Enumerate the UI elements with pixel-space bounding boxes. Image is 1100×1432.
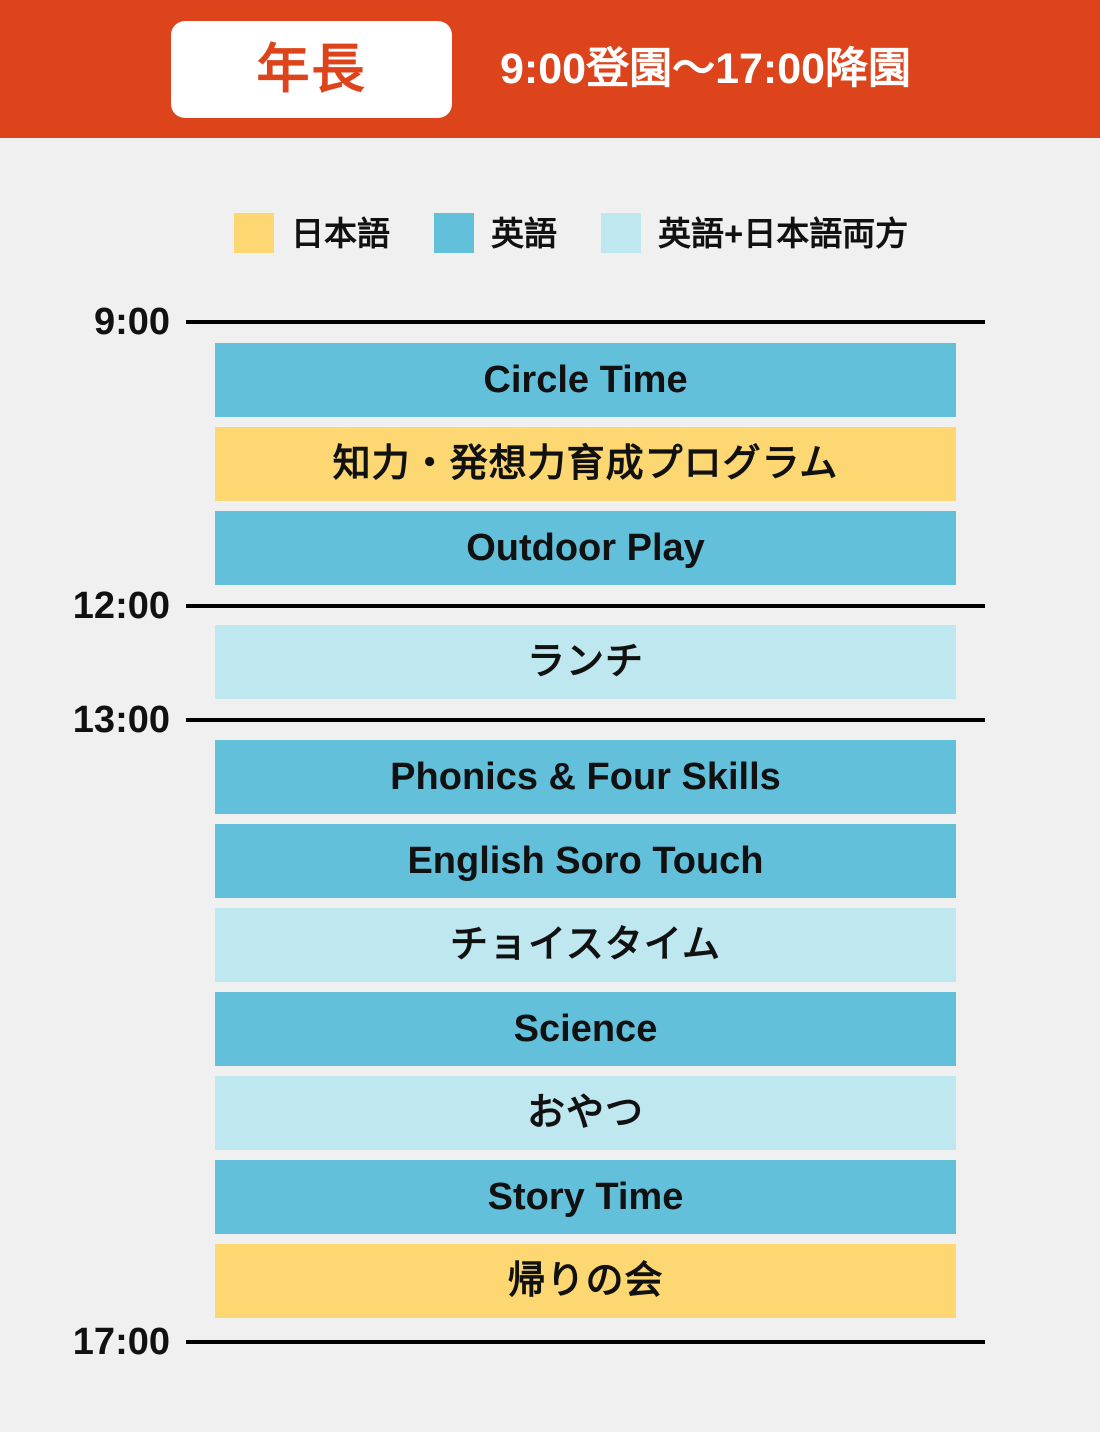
schedule-block-both[interactable]: ランチ: [215, 625, 956, 699]
schedule-timeline: 9:00 12:00 13:00 17:00 Circle Time 知力・発想力育成プロ…: [0, 0, 1100, 1432]
schedule-block-english[interactable]: Science: [215, 992, 956, 1066]
schedule-block-english[interactable]: Story Time: [215, 1160, 956, 1234]
time-rule-line: [186, 718, 985, 722]
schedule-block-japanese[interactable]: 帰りの会: [215, 1244, 956, 1318]
schedule-block-label: Phonics & Four Skills: [390, 756, 781, 798]
time-rule-line: [186, 604, 985, 608]
time-rule-line: [186, 1340, 985, 1344]
schedule-block-label: English Soro Touch: [407, 840, 764, 882]
schedule-block-label: 帰りの会: [507, 1260, 664, 1302]
schedule-block-english[interactable]: Phonics & Four Skills: [215, 740, 956, 814]
schedule-block-both[interactable]: チョイスタイム: [215, 908, 956, 982]
schedule-block-label: おやつ: [526, 1092, 644, 1134]
schedule-block-label: Story Time: [487, 1176, 684, 1218]
schedule-block-label: Circle Time: [483, 359, 688, 401]
time-label: 12:00: [72, 585, 170, 627]
schedule-block-both[interactable]: おやつ: [215, 1076, 956, 1150]
schedule-block-english[interactable]: Outdoor Play: [215, 511, 956, 585]
time-label: 9:00: [93, 301, 170, 343]
schedule-block-english[interactable]: English Soro Touch: [215, 824, 956, 898]
schedule-block-japanese[interactable]: 知力・発想力育成プログラム: [215, 427, 956, 501]
schedule-block-label: ランチ: [526, 641, 644, 683]
schedule-block-label: Outdoor Play: [466, 527, 705, 569]
schedule-block-label: Science: [513, 1008, 658, 1050]
schedule-block-english[interactable]: Circle Time: [215, 343, 956, 417]
time-rule-line: [186, 320, 985, 324]
schedule-block-label: チョイスタイム: [449, 924, 722, 966]
schedule-block-label: 知力・発想力育成プログラム: [332, 443, 839, 485]
time-label: 13:00: [72, 699, 170, 741]
time-label: 17:00: [72, 1321, 170, 1363]
